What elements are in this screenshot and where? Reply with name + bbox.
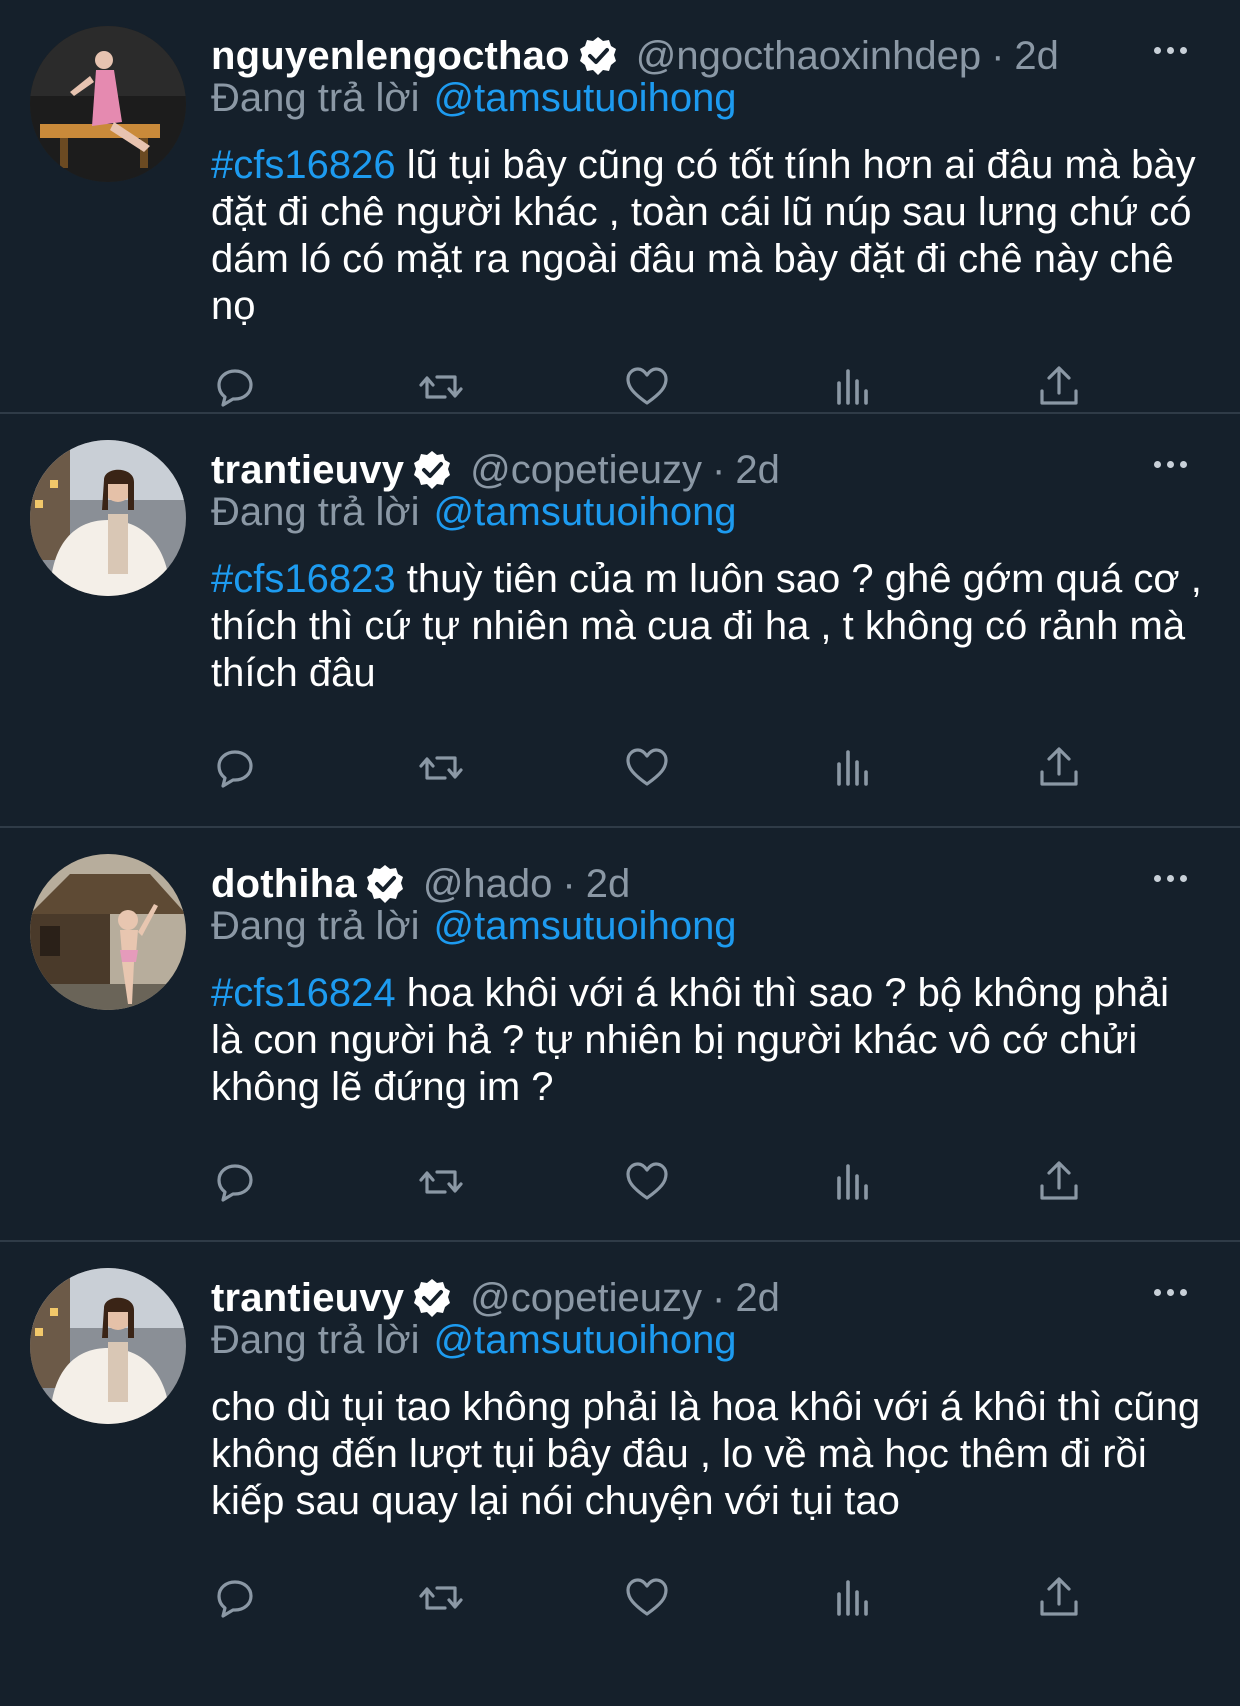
avatar[interactable] — [30, 26, 186, 182]
timestamp[interactable]: 2d — [1014, 34, 1059, 79]
like-button[interactable] — [617, 1568, 677, 1628]
reply-icon — [217, 750, 253, 788]
verified-icon — [414, 1279, 451, 1317]
retweet-icon — [419, 1586, 463, 1610]
reply-context: Đang trả lời @tamsutuoihong — [211, 76, 737, 121]
share-icon — [1040, 1577, 1078, 1616]
share-button[interactable] — [1029, 1568, 1089, 1628]
reply-context: Đang trả lời @tamsutuoihong — [211, 1318, 737, 1363]
separator-dot: · — [712, 1275, 726, 1320]
reply-mention-link[interactable]: @tamsutuoihong — [434, 490, 737, 534]
reply-button[interactable] — [205, 738, 265, 798]
reply-context: Đang trả lời @tamsutuoihong — [211, 490, 737, 535]
share-icon — [1040, 747, 1078, 786]
reply-mention-link[interactable]: @tamsutuoihong — [434, 1318, 737, 1362]
retweet-button[interactable] — [411, 357, 471, 417]
display-name[interactable]: trantieuvy — [211, 448, 404, 493]
share-button[interactable] — [1029, 1152, 1089, 1212]
separator-dot: · — [712, 447, 726, 492]
like-icon — [626, 748, 668, 786]
user-handle[interactable]: @copetieuzy — [470, 1276, 702, 1321]
verified-icon — [366, 865, 403, 903]
retweet-button[interactable] — [411, 1152, 471, 1212]
more-icon[interactable] — [1140, 1272, 1200, 1312]
like-icon — [626, 367, 668, 405]
retweet-icon — [419, 1170, 463, 1194]
timestamp[interactable]: 2d — [735, 1276, 780, 1321]
views-icon — [837, 750, 868, 786]
avatar[interactable] — [30, 440, 186, 596]
tweet-body: cho dù tụi tao không phải là hoa khôi vớ… — [211, 1385, 1201, 1523]
avatar[interactable] — [30, 1268, 186, 1424]
hashtag-link[interactable]: #cfs16823 — [211, 557, 396, 601]
tweet[interactable]: trantieuvy @copetieuzy · 2d Đang trả lời… — [0, 1242, 1240, 1704]
action-bar — [211, 1152, 1111, 1212]
like-icon — [626, 1162, 668, 1200]
tweet-text: cho dù tụi tao không phải là hoa khôi vớ… — [211, 1384, 1211, 1525]
tweet[interactable]: dothiha @hado · 2d Đang trả lời @tamsutuo… — [0, 828, 1240, 1242]
timestamp[interactable]: 2d — [586, 862, 631, 907]
separator-dot: · — [562, 861, 576, 906]
views-icon — [837, 369, 868, 405]
views-icon — [837, 1164, 868, 1200]
reply-prefix: Đang trả lời — [211, 490, 420, 534]
views-button[interactable] — [823, 1152, 883, 1212]
like-button[interactable] — [617, 357, 677, 417]
share-button[interactable] — [1029, 357, 1089, 417]
reply-icon — [217, 1580, 253, 1618]
more-icon[interactable] — [1140, 30, 1200, 70]
views-button[interactable] — [823, 1568, 883, 1628]
share-icon — [1040, 366, 1078, 405]
reply-context: Đang trả lời @tamsutuoihong — [211, 904, 737, 949]
reply-prefix: Đang trả lời — [211, 76, 420, 120]
tweet-text: #cfs16823 thuỳ tiên của m luôn sao ? ghê… — [211, 556, 1211, 697]
avatar[interactable] — [30, 854, 186, 1010]
retweet-button[interactable] — [411, 1568, 471, 1628]
reply-icon — [217, 1164, 253, 1202]
user-handle[interactable]: @ngocthaoxinhdep — [636, 34, 981, 79]
retweet-icon — [419, 375, 463, 399]
reply-button[interactable] — [205, 357, 265, 417]
verified-icon — [579, 37, 616, 75]
reply-button[interactable] — [205, 1568, 265, 1628]
like-icon — [626, 1578, 668, 1616]
reply-mention-link[interactable]: @tamsutuoihong — [434, 904, 737, 948]
tweet[interactable]: nguyenlengocthao @ngocthaoxinhdep · 2d Đ… — [0, 0, 1240, 414]
timestamp[interactable]: 2d — [735, 448, 780, 493]
action-bar — [211, 1568, 1111, 1628]
action-bar — [211, 738, 1111, 798]
user-handle[interactable]: @copetieuzy — [470, 448, 702, 493]
retweet-button[interactable] — [411, 738, 471, 798]
hashtag-link[interactable]: #cfs16824 — [211, 971, 396, 1015]
tweet[interactable]: trantieuvy @copetieuzy · 2d Đang trả lời… — [0, 414, 1240, 828]
tweet-text: #cfs16826 lũ tụi bây cũng có tốt tính hơ… — [211, 142, 1211, 330]
verified-icon — [414, 451, 451, 489]
like-button[interactable] — [617, 1152, 677, 1212]
reply-mention-link[interactable]: @tamsutuoihong — [434, 76, 737, 120]
share-icon — [1040, 1161, 1078, 1200]
hashtag-link[interactable]: #cfs16826 — [211, 143, 396, 187]
display-name[interactable]: nguyenlengocthao — [211, 34, 570, 79]
retweet-icon — [419, 756, 463, 780]
separator-dot: · — [991, 33, 1005, 78]
reply-prefix: Đang trả lời — [211, 904, 420, 948]
share-button[interactable] — [1029, 738, 1089, 798]
like-button[interactable] — [617, 738, 677, 798]
display-name[interactable]: trantieuvy — [211, 1276, 404, 1321]
reply-button[interactable] — [205, 1152, 265, 1212]
views-icon — [837, 1580, 868, 1616]
more-icon[interactable] — [1140, 858, 1200, 898]
display-name[interactable]: dothiha — [211, 862, 357, 907]
tweet-text: #cfs16824 hoa khôi với á khôi thì sao ? … — [211, 970, 1211, 1111]
more-icon[interactable] — [1140, 444, 1200, 484]
views-button[interactable] — [823, 357, 883, 417]
action-bar — [211, 357, 1111, 417]
reply-icon — [217, 369, 253, 407]
views-button[interactable] — [823, 738, 883, 798]
user-handle[interactable]: @hado — [423, 862, 553, 907]
reply-prefix: Đang trả lời — [211, 1318, 420, 1362]
